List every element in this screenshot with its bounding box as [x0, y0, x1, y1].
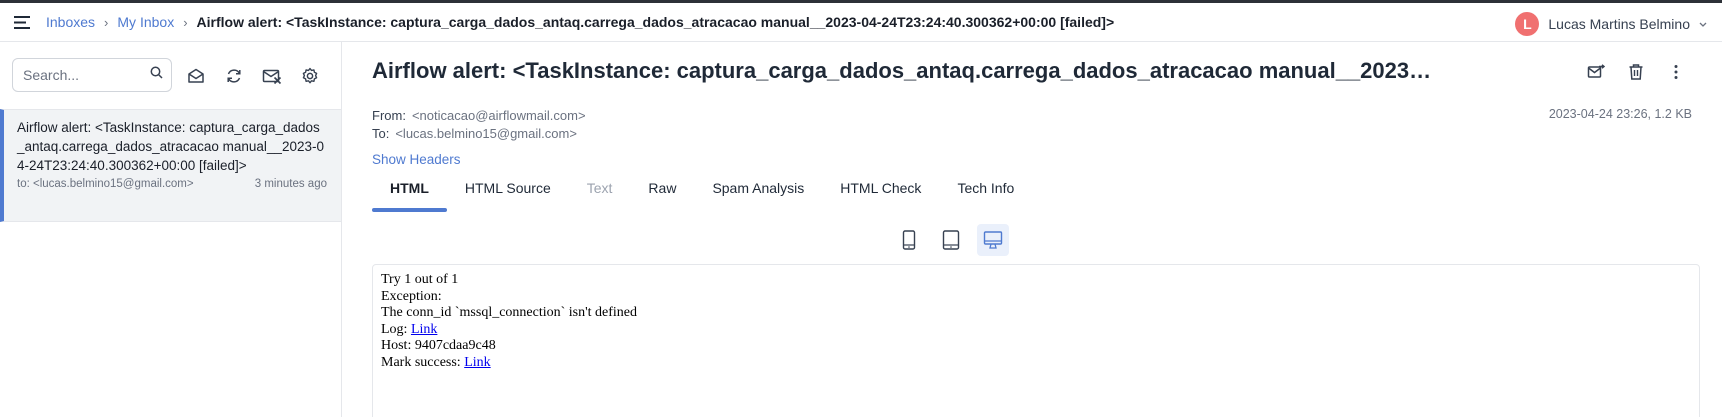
email-html-preview: Try 1 out of 1 Exception: The conn_id `m…: [372, 264, 1700, 417]
tab-html-check[interactable]: HTML Check: [822, 170, 939, 206]
refresh-icon[interactable]: [222, 64, 246, 88]
search-icon[interactable]: [150, 66, 163, 84]
body-host-line: Host: 9407cdaa9c48: [381, 338, 496, 353]
delete-all-messages-icon[interactable]: [260, 64, 284, 88]
tab-html-source[interactable]: HTML Source: [447, 170, 569, 206]
tab-tech-info[interactable]: Tech Info: [939, 170, 1032, 206]
sidebar: Airflow alert: <TaskInstance: captura_ca…: [0, 42, 342, 417]
trash-icon[interactable]: [1624, 60, 1648, 84]
from-label: From:: [372, 108, 406, 123]
chevron-down-icon: [1699, 22, 1707, 27]
to-address: <lucas.belmino15@gmail.com>: [395, 126, 577, 141]
view-tabs: HTML HTML Source Text Raw Spam Analysis …: [372, 170, 1032, 212]
page-title: Airflow alert: <TaskInstance: captura_ca…: [372, 58, 1432, 83]
phone-view-icon[interactable]: [893, 224, 925, 256]
tab-spam-analysis[interactable]: Spam Analysis: [694, 170, 822, 206]
body-log-line: Log: Link: [381, 322, 1691, 339]
sidebar-toolbar: [184, 64, 322, 88]
hamburger-menu-icon[interactable]: [14, 15, 32, 30]
list-item-time: 3 minutes ago: [254, 178, 327, 190]
desktop-view-icon[interactable]: [977, 224, 1009, 256]
body-mark-success-line: Mark success: Link: [381, 355, 1691, 372]
tablet-view-icon[interactable]: [935, 224, 967, 256]
mark-success-label: Mark success:: [381, 354, 465, 370]
log-link[interactable]: Link: [411, 322, 437, 337]
mark-all-read-icon[interactable]: [184, 64, 208, 88]
body-try-line: Try 1 out of 1: [381, 272, 459, 287]
avatar: L: [1515, 12, 1540, 36]
breadcrumb-my-inbox[interactable]: My Inbox: [117, 14, 174, 30]
to-label: To:: [372, 126, 390, 141]
to-line: To: <lucas.belmino15@gmail.com>: [372, 126, 577, 141]
search-input[interactable]: [23, 67, 143, 83]
breadcrumb-inboxes[interactable]: Inboxes: [46, 14, 95, 30]
more-options-icon[interactable]: [1664, 60, 1688, 84]
list-item-subject: Airflow alert: <TaskInstance: captura_ca…: [17, 120, 324, 173]
show-headers-link[interactable]: Show Headers: [372, 152, 461, 167]
log-label: Log:: [381, 321, 411, 337]
from-line: From: <noticacao@airflowmail.com>: [372, 108, 586, 123]
breadcrumb: Inboxes › My Inbox › Airflow alert: <Tas…: [46, 14, 1114, 30]
app-header: Inboxes › My Inbox › Airflow alert: <Tas…: [0, 3, 1722, 42]
settings-gear-icon[interactable]: [298, 64, 322, 88]
tab-text[interactable]: Text: [569, 170, 631, 206]
device-size-toggle: [893, 224, 1009, 256]
user-menu[interactable]: L Lucas Martins Belmino: [1515, 12, 1708, 36]
message-actions: [1584, 60, 1688, 84]
message-date-size: 2023-04-24 23:26, 1.2 KB: [1548, 107, 1692, 121]
forward-mail-icon[interactable]: [1584, 60, 1608, 84]
list-item-recipient: to: <lucas.belmino15@gmail.com>: [17, 178, 194, 190]
breadcrumb-current: Airflow alert: <TaskInstance: captura_ca…: [196, 14, 1115, 30]
breadcrumb-separator-icon: ›: [104, 14, 109, 30]
body-exception-line: Exception:: [381, 288, 442, 304]
tab-raw[interactable]: Raw: [630, 170, 694, 206]
tab-html[interactable]: HTML: [372, 170, 447, 212]
search-box: [12, 58, 172, 92]
from-address: <noticacao@airflowmail.com>: [411, 108, 586, 123]
mark-success-link[interactable]: Link: [464, 355, 490, 370]
message-view: Airflow alert: <TaskInstance: captura_ca…: [343, 42, 1722, 417]
body-error-message: The conn_id `mssql_connection` isn't def…: [381, 305, 638, 320]
list-item[interactable]: Airflow alert: <TaskInstance: captura_ca…: [0, 109, 341, 222]
breadcrumb-separator-icon: ›: [183, 14, 188, 30]
user-name: Lucas Martins Belmino: [1548, 16, 1690, 32]
